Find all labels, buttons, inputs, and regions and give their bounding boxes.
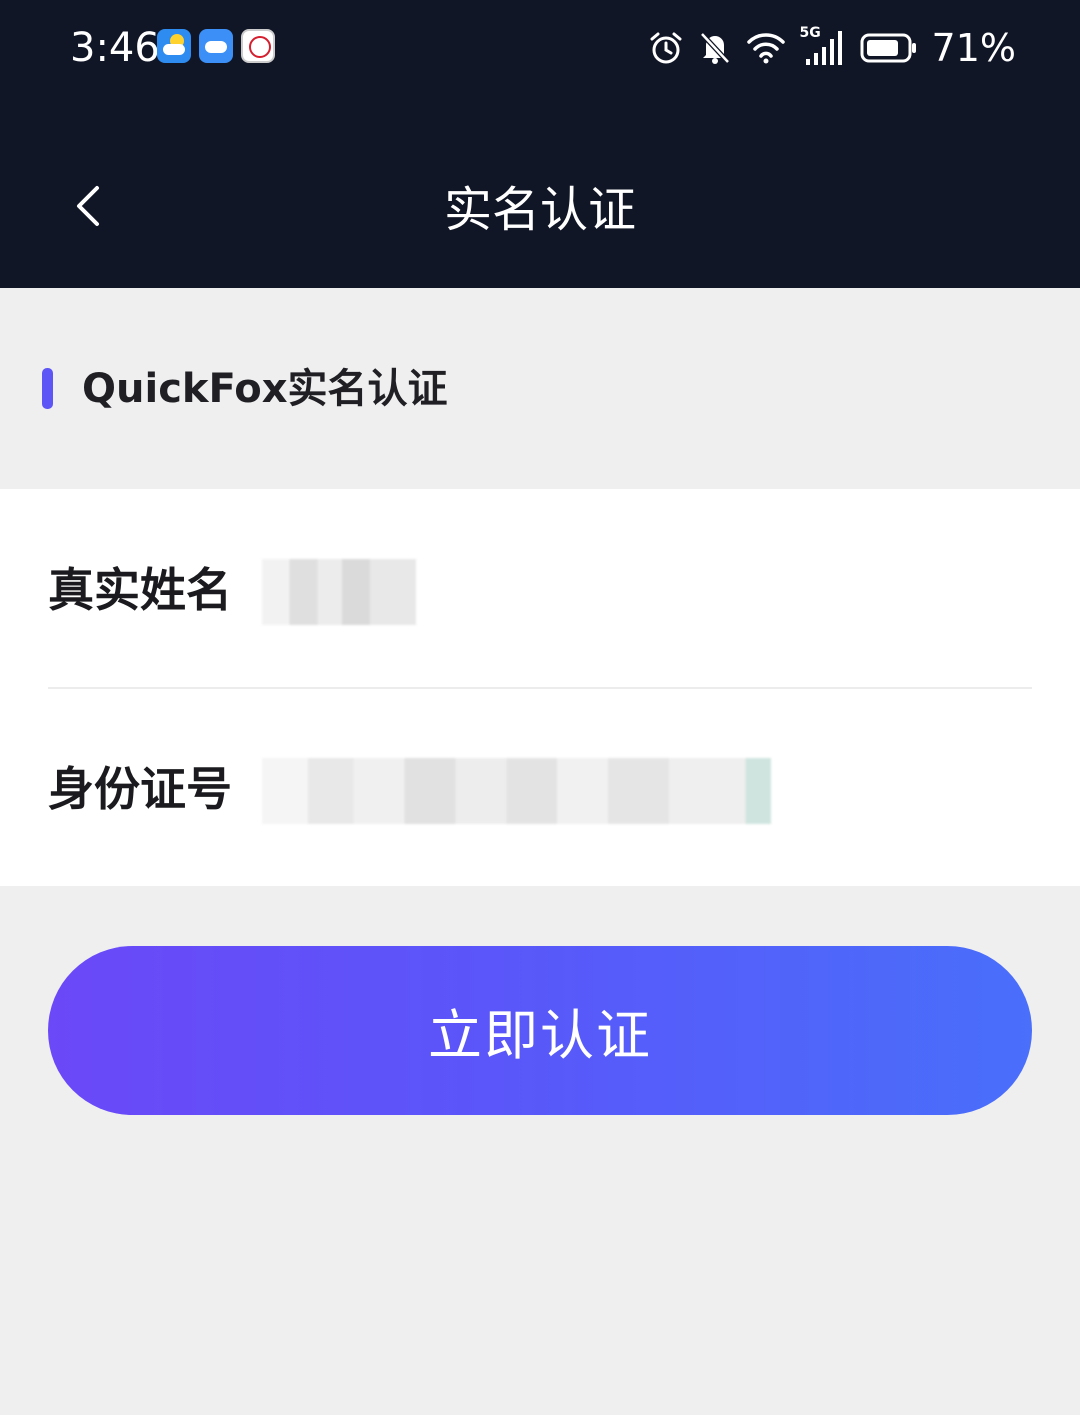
id-row: 身份证号 bbox=[0, 688, 1080, 886]
section-title: QuickFox实名认证 bbox=[82, 366, 448, 412]
top-bar: 3:46 5G 71% 实名认证 bbox=[0, 0, 1080, 288]
battery-percentage: 71% bbox=[931, 26, 1016, 70]
mute-bell-icon bbox=[698, 30, 732, 66]
page-title: 实名认证 bbox=[443, 182, 636, 238]
real-name-input[interactable] bbox=[262, 559, 416, 625]
status-app-icons bbox=[157, 29, 275, 63]
alarm-icon bbox=[648, 30, 684, 66]
status-time: 3:46 bbox=[70, 25, 160, 71]
section-accent-bar bbox=[42, 368, 53, 409]
status-indicators: 5G 71% bbox=[648, 22, 1016, 74]
battery-icon bbox=[860, 32, 918, 64]
bank-icon bbox=[241, 29, 275, 63]
weather-icon bbox=[157, 29, 191, 63]
verification-form: 真实姓名 身份证号 bbox=[0, 489, 1080, 886]
section-header: QuickFox实名认证 bbox=[0, 288, 1080, 489]
verify-now-button[interactable]: 立即认证 bbox=[48, 946, 1032, 1115]
name-label: 真实姓名 bbox=[48, 563, 232, 617]
wifi-icon bbox=[746, 31, 786, 65]
cloud-icon bbox=[199, 29, 233, 63]
id-label: 身份证号 bbox=[48, 762, 232, 816]
id-number-input[interactable] bbox=[262, 758, 771, 824]
name-row: 真实姓名 bbox=[0, 489, 1080, 687]
cellular-signal-icon: 5G bbox=[800, 25, 846, 67]
